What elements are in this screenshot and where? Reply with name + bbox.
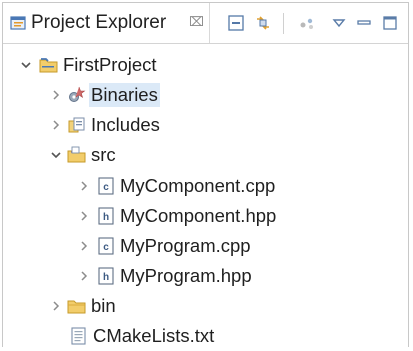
chevron-down-icon[interactable] [49,148,63,162]
tree-item-label: MyComponent.hpp [120,205,277,226]
minimize-icon[interactable] [353,12,375,34]
tree-item-src[interactable]: src [3,140,408,170]
project-explorer-view: Project Explorer ⌧ FirstProject Binaries… [2,2,409,347]
svg-text:c: c [103,182,109,193]
view-menu-icon[interactable] [328,12,350,34]
tree-item-label: Includes [91,114,160,135]
chevron-down-icon[interactable] [19,58,33,72]
chevron-right-icon[interactable] [49,88,63,102]
tree-item-label: src [91,144,116,165]
tree-item-firstproject[interactable]: FirstProject [3,50,408,80]
chevron-right-icon[interactable] [49,299,63,313]
h-header-file-icon: h [98,267,114,285]
tree-item-includes[interactable]: Includes [3,110,408,140]
filter-icon[interactable] [296,12,318,34]
svg-text:c: c [103,242,109,253]
svg-text:h: h [103,212,109,223]
chevron-right-icon[interactable] [77,209,91,223]
c-source-file-icon: c [98,237,114,255]
view-titlebar: Project Explorer ⌧ [3,3,408,44]
chevron-right-icon[interactable] [49,118,63,132]
source-folder-icon [67,146,86,163]
chevron-right-icon[interactable] [77,239,91,253]
tree-item-binaries[interactable]: Binaries [3,80,408,110]
tree-item-file[interactable]: c MyProgram.cpp [3,231,408,261]
toolbar-separator [283,13,284,34]
text-file-icon [71,327,86,345]
tree-item-cmakelists[interactable]: CMakeLists.txt [3,321,408,351]
tab-label: Project Explorer [31,12,167,33]
tree-item-label: MyProgram.hpp [120,265,252,286]
svg-text:h: h [103,272,109,283]
project-folder-icon [39,58,58,73]
tab-project-explorer[interactable]: Project Explorer ⌧ [3,3,210,43]
maximize-icon[interactable] [379,12,401,34]
tree-item-label: MyComponent.cpp [120,175,276,196]
includes-icon [68,117,85,133]
folder-icon [67,300,86,314]
tree-item-label: bin [91,295,116,316]
c-source-file-icon: c [98,177,114,195]
tree-item-bin[interactable]: bin [3,291,408,321]
close-icon[interactable]: ⌧ [189,15,204,29]
chevron-right-icon[interactable] [77,269,91,283]
tree-item-label: Binaries [89,83,160,107]
tree-item-label: MyProgram.cpp [120,235,251,256]
h-header-file-icon: h [98,207,114,225]
tree-item-label: FirstProject [63,54,157,75]
project-tree: FirstProject Binaries Includes src c MyC… [3,44,408,347]
tree-item-file[interactable]: c MyComponent.cpp [3,171,408,201]
collapse-all-icon[interactable] [225,12,247,34]
binaries-icon [69,86,86,102]
tree-item-file[interactable]: h MyProgram.hpp [3,261,408,291]
chevron-right-icon[interactable] [77,179,91,193]
project-explorer-icon [10,16,26,30]
tree-item-file[interactable]: h MyComponent.hpp [3,201,408,231]
tree-item-label: CMakeLists.txt [93,325,215,346]
link-with-editor-icon[interactable] [252,12,274,34]
